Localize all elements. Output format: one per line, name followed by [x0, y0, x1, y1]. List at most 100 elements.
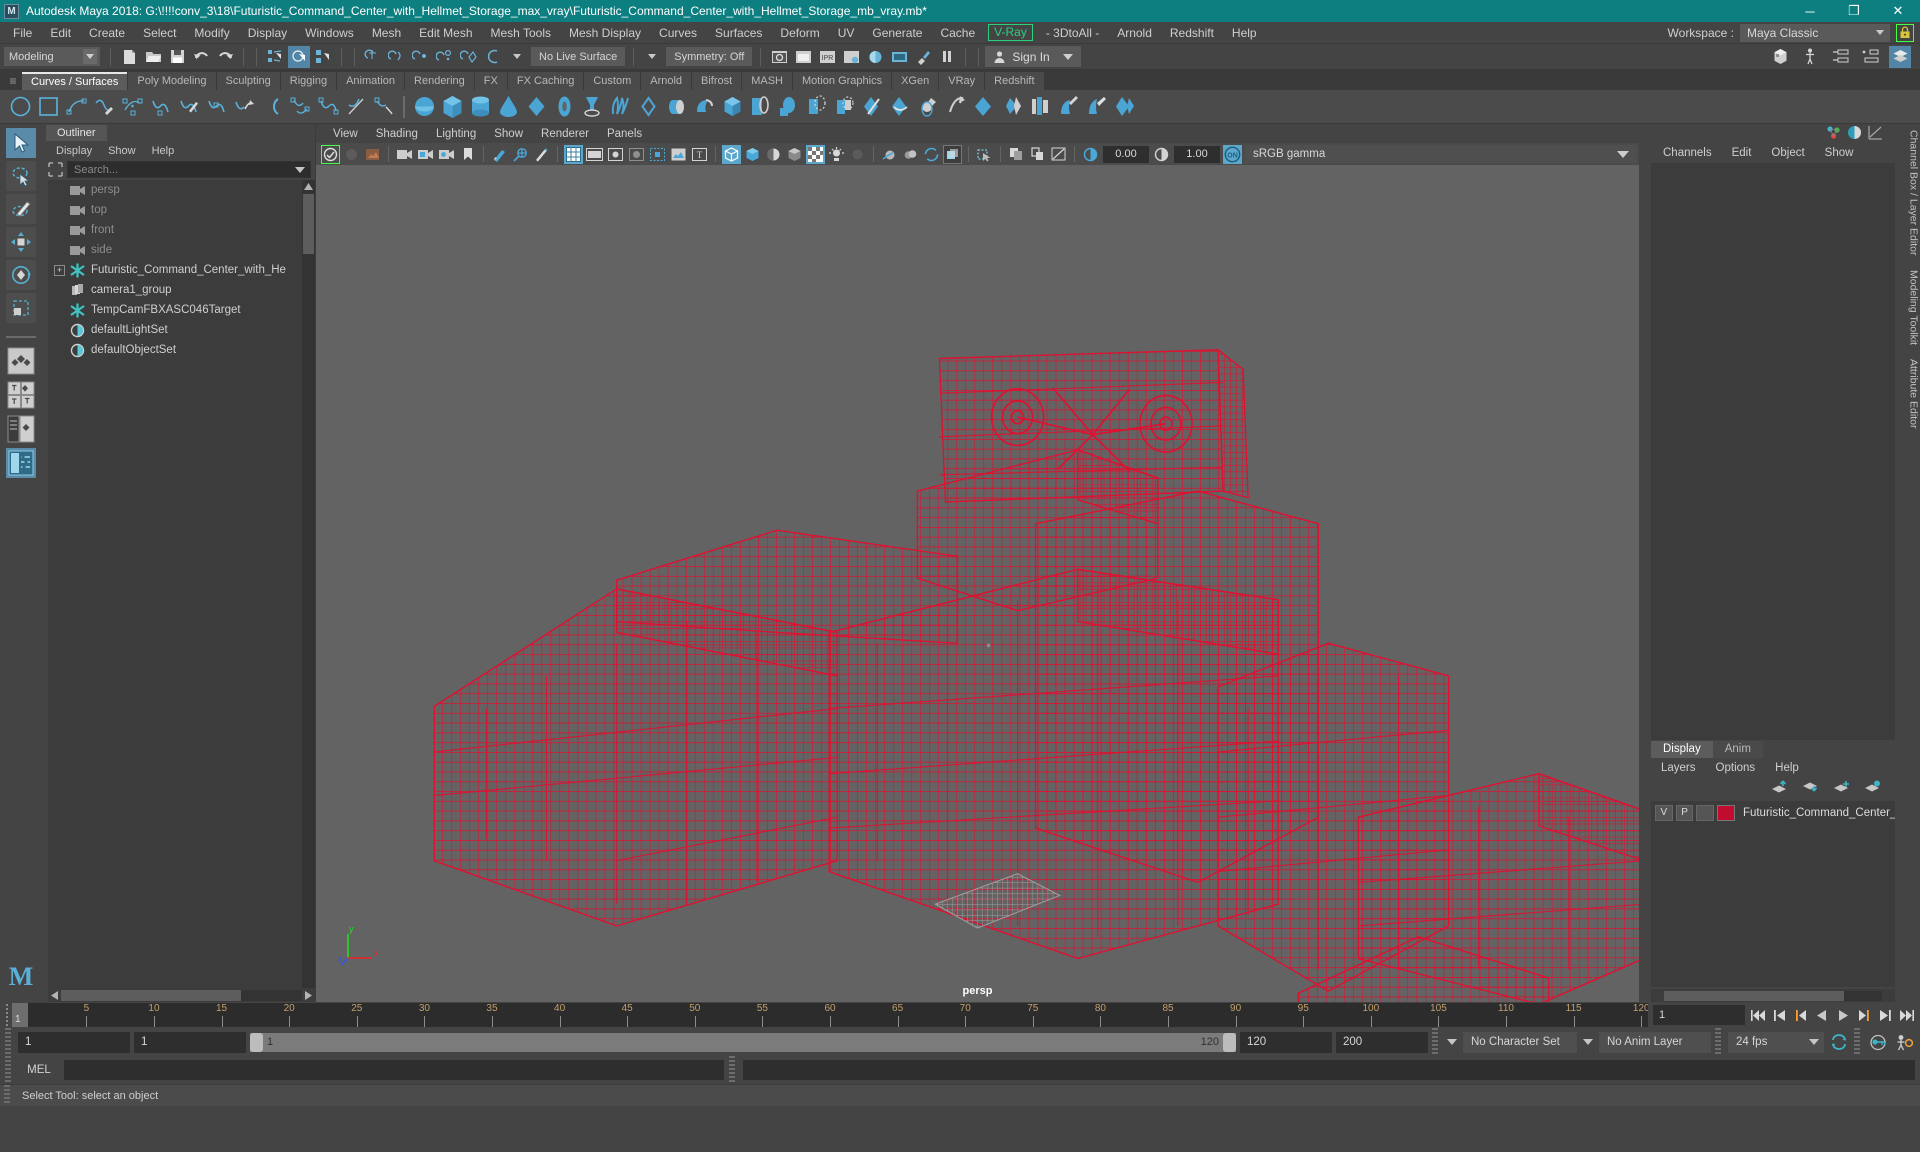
range-start-field[interactable]: 1	[18, 1031, 130, 1053]
model-editor-icon[interactable]	[1769, 46, 1791, 68]
character-set-dropdown[interactable]: No Character Set	[1463, 1031, 1577, 1053]
time-slider-track[interactable]: 1 5 10 15 20 25 30 35 40 45 50 55 60 65 70 75 80 85 90 95 1…	[12, 1003, 1648, 1027]
attach-surfaces-icon[interactable]	[970, 93, 998, 121]
extend-curve-icon[interactable]	[230, 93, 258, 121]
outliner-item-camera1-group[interactable]: camera1_group	[48, 280, 315, 300]
rotate-tool-icon[interactable]	[6, 260, 36, 290]
snap-to-grid-icon[interactable]	[362, 46, 384, 68]
sculpt-geometry-icon[interactable]	[1082, 93, 1110, 121]
single-perspective-view-icon[interactable]	[6, 346, 36, 376]
extrude-icon[interactable]	[662, 93, 690, 121]
grip-handle[interactable]	[1432, 1028, 1438, 1056]
menuset-dropdown[interactable]: Modeling	[4, 47, 100, 66]
range-end-handle[interactable]	[1223, 1032, 1236, 1052]
go-to-end-icon[interactable]	[1896, 1004, 1916, 1026]
range-start-handle[interactable]	[250, 1032, 263, 1052]
gamma-field[interactable]: 1.00	[1174, 145, 1220, 163]
outliner-menu-show[interactable]: Show	[100, 145, 144, 157]
viewport-menu-view[interactable]: View	[324, 128, 367, 140]
depth-peeling-icon[interactable]	[922, 145, 941, 164]
scrollbar-thumb[interactable]	[61, 989, 241, 1001]
render-current-frame-icon[interactable]	[768, 46, 790, 68]
command-line-output[interactable]	[743, 1060, 1915, 1080]
layer-color-swatch[interactable]	[1717, 804, 1735, 821]
four-view-layout-icon[interactable]	[6, 380, 36, 410]
menu-mesh-display[interactable]: Mesh Display	[560, 22, 650, 44]
layer-menu-layers[interactable]: Layers	[1651, 762, 1706, 774]
freeform-fillet-icon[interactable]	[830, 93, 858, 121]
outliner-horizontal-scrollbar[interactable]	[48, 988, 315, 1002]
gate-mask-icon[interactable]	[627, 145, 646, 164]
outliner-menu-help[interactable]: Help	[144, 145, 183, 157]
viewport-menu-show[interactable]: Show	[485, 128, 532, 140]
range-slider[interactable]: 1 120	[250, 1032, 1236, 1052]
xray-joints-icon[interactable]	[975, 145, 994, 164]
toggle-icon[interactable]	[1049, 145, 1068, 164]
new-layer-icon[interactable]	[1833, 780, 1850, 797]
symmetry-field[interactable]: Symmetry: Off	[666, 47, 753, 66]
curve-fillet-icon[interactable]	[370, 93, 398, 121]
viewport-menu-panels[interactable]: Panels	[598, 128, 651, 140]
menu-surfaces[interactable]: Surfaces	[706, 22, 771, 44]
attribute-editor-icon[interactable]	[1829, 46, 1851, 68]
viewport-menu-shading[interactable]: Shading	[367, 128, 427, 140]
select-by-hierarchy-icon[interactable]	[264, 46, 286, 68]
channel-menu-object[interactable]: Object	[1761, 147, 1814, 159]
nurbs-cone-icon[interactable]	[494, 93, 522, 121]
menu-mesh-tools[interactable]: Mesh Tools	[482, 22, 560, 44]
stereo-icon[interactable]	[532, 145, 551, 164]
offset-curve-icon[interactable]	[286, 93, 314, 121]
dock-tab-channel-box[interactable]: Channel Box / Layer Editor	[1908, 130, 1920, 256]
chevron-down-icon[interactable]	[506, 46, 528, 68]
outliner-item-top[interactable]: top	[48, 200, 315, 220]
attach-curves-icon[interactable]	[146, 93, 174, 121]
shaded-wireframe-icon[interactable]	[764, 145, 783, 164]
outliner-item-futuristic-command-center[interactable]: + Futuristic_Command_Center_with_He	[48, 260, 315, 280]
command-line-label[interactable]: MEL	[19, 1064, 59, 1076]
scale-tool-icon[interactable]	[6, 293, 36, 323]
menu-create[interactable]: Create	[80, 22, 134, 44]
auto-keyframe-icon[interactable]	[1867, 1031, 1889, 1053]
rigging-icon[interactable]	[1799, 46, 1821, 68]
lock-icon[interactable]	[1896, 23, 1914, 42]
scrollbar-track[interactable]	[61, 989, 302, 1001]
layer-horizontal-scrollbar[interactable]	[1651, 989, 1895, 1002]
grip-handle[interactable]	[729, 1056, 735, 1084]
menu-redshift[interactable]: Redshift	[1161, 22, 1223, 44]
menu-cache[interactable]: Cache	[931, 22, 984, 44]
shelf-tab-motion-graphics[interactable]: Motion Graphics	[793, 72, 892, 90]
grip-handle[interactable]	[1715, 1028, 1721, 1056]
bookmark-icon[interactable]	[458, 145, 477, 164]
playback-end-field[interactable]: 200	[1336, 1031, 1428, 1053]
scroll-up-icon[interactable]	[302, 180, 315, 193]
outliner-menu-display[interactable]: Display	[48, 145, 100, 157]
resolution-gate-icon[interactable]	[606, 145, 625, 164]
menu-help[interactable]: Help	[1223, 22, 1266, 44]
scrollbar-thumb[interactable]	[303, 194, 314, 254]
animation-start-field[interactable]: 1	[134, 1031, 246, 1053]
intersect-surfaces-icon[interactable]	[858, 93, 886, 121]
close-button[interactable]: ✕	[1876, 0, 1920, 22]
boundary-icon[interactable]	[746, 93, 774, 121]
layer-visibility-toggle[interactable]: V	[1655, 804, 1673, 821]
birail-icon[interactable]	[718, 93, 746, 121]
snap-to-view-plane-icon[interactable]	[458, 46, 480, 68]
open-scene-icon[interactable]	[142, 46, 164, 68]
outliner-item-side[interactable]: side	[48, 240, 315, 260]
insert-isoparm-icon[interactable]	[1054, 93, 1082, 121]
paint-effects-icon[interactable]	[912, 46, 934, 68]
shelf-tab-arnold[interactable]: Arnold	[641, 72, 692, 90]
nurbs-cylinder-icon[interactable]	[466, 93, 494, 121]
menu-select[interactable]: Select	[134, 22, 185, 44]
grip-handle[interactable]	[4, 1004, 12, 1026]
render-settings-icon[interactable]	[840, 46, 862, 68]
range-end-field[interactable]: 120	[1240, 1031, 1332, 1053]
render-sequence-icon[interactable]	[792, 46, 814, 68]
snap-to-point-icon[interactable]	[410, 46, 432, 68]
menu-windows[interactable]: Windows	[296, 22, 363, 44]
playback-loop-icon[interactable]	[1828, 1031, 1850, 1053]
shadows-icon[interactable]	[827, 145, 846, 164]
chevron-down-icon[interactable]	[295, 166, 305, 173]
detach-surfaces-icon[interactable]	[998, 93, 1026, 121]
layers-icon[interactable]	[1889, 45, 1911, 68]
